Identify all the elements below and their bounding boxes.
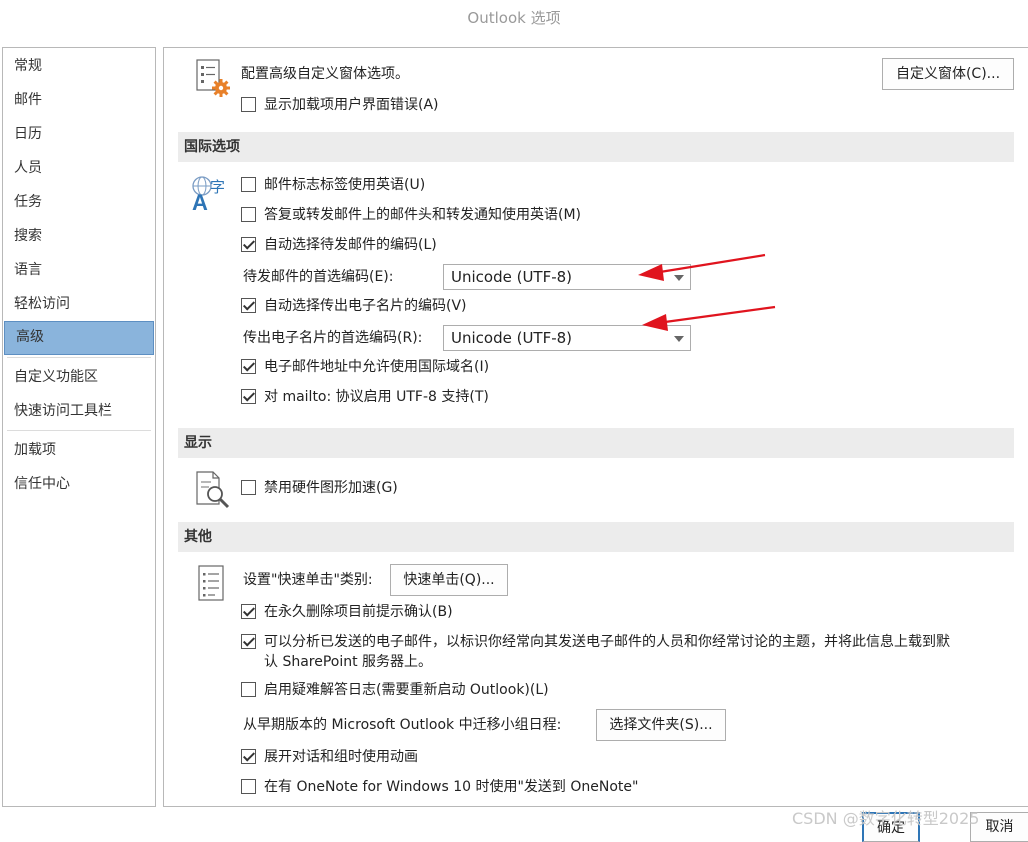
international-options-header: 国际选项 <box>178 132 1014 162</box>
animations-label: 展开对话和组时使用动画 <box>264 749 418 765</box>
sidebar-item-language[interactable]: 语言 <box>3 253 155 287</box>
analyze-sent-label: 可以分析已发送的电子邮件，以标识你经常向其发送电子邮件的人员和你经常讨论的主题，… <box>264 634 950 650</box>
show-addin-errors-checkbox[interactable] <box>241 97 256 112</box>
sidebar-item-accessibility[interactable]: 轻松访问 <box>3 287 155 321</box>
show-addin-errors-option[interactable]: 显示加载项用户界面错误(A) <box>241 94 439 116</box>
mailto-utf8-label: 对 mailto: 协议启用 UTF-8 支持(T) <box>264 389 489 405</box>
sidebar-item-calendar[interactable]: 日历 <box>3 117 155 151</box>
list-document-icon <box>198 565 224 601</box>
sidebar-item-advanced[interactable]: 高级 <box>4 321 154 355</box>
sidebar-item-trust-center[interactable]: 信任中心 <box>3 467 155 501</box>
troubleshoot-log-checkbox[interactable] <box>241 682 256 697</box>
international-domains-option[interactable]: 电子邮件地址中允许使用国际域名(I) <box>241 356 489 378</box>
onenote-label: 在有 OneNote for Windows 10 时使用"发送到 OneNot… <box>264 779 639 795</box>
prompt-before-delete-checkbox[interactable] <box>241 604 256 619</box>
vcard-encoding-label: 传出电子名片的首选编码(R): <box>243 330 423 346</box>
outgoing-encoding-select[interactable]: Unicode (UTF-8) <box>443 264 691 290</box>
onenote-checkbox[interactable] <box>241 779 256 794</box>
flag-labels-english-option[interactable]: 邮件标志标签使用英语(U) <box>241 174 425 196</box>
sidebar-nav: 常规 邮件 日历 人员 任务 搜索 语言 轻松访问 高级 自定义功能区 快速访问… <box>2 47 156 807</box>
quick-click-button[interactable]: 快速单击(Q)... <box>390 564 508 596</box>
disable-hw-accel-option[interactable]: 禁用硬件图形加速(G) <box>241 477 398 499</box>
animations-checkbox[interactable] <box>241 749 256 764</box>
options-panel: 配置高级自定义窗体选项。 自定义窗体(C)... 显示加载项用户界面错误(A) … <box>163 47 1028 807</box>
sidebar-divider <box>7 357 151 358</box>
prompt-before-delete-option[interactable]: 在永久删除项目前提示确认(B) <box>241 601 453 623</box>
auto-select-vcard-encoding-label: 自动选择传出电子名片的编码(V) <box>264 298 467 314</box>
analyze-sent-checkbox[interactable] <box>241 634 256 649</box>
sidebar-item-customize-ribbon[interactable]: 自定义功能区 <box>3 360 155 394</box>
other-header: 其他 <box>178 522 1014 552</box>
auto-select-outgoing-encoding-checkbox[interactable] <box>241 237 256 252</box>
sidebar-item-people[interactable]: 人员 <box>3 151 155 185</box>
reply-forward-english-label: 答复或转发邮件上的邮件头和转发通知使用英语(M) <box>264 207 582 223</box>
svg-text:A: A <box>192 190 208 212</box>
animations-option[interactable]: 展开对话和组时使用动画 <box>241 746 418 768</box>
disable-hw-accel-label: 禁用硬件图形加速(G) <box>264 480 398 496</box>
flag-labels-english-checkbox[interactable] <box>241 177 256 192</box>
sidebar-item-general[interactable]: 常规 <box>3 49 155 83</box>
document-magnifier-icon <box>196 471 230 509</box>
troubleshoot-log-label: 启用疑难解答日志(需要重新启动 Outlook)(L) <box>264 682 549 698</box>
prompt-before-delete-label: 在永久删除项目前提示确认(B) <box>264 604 453 620</box>
auto-select-outgoing-encoding-label: 自动选择待发邮件的编码(L) <box>264 237 437 253</box>
sidebar-item-addins[interactable]: 加载项 <box>3 433 155 467</box>
show-addin-errors-label: 显示加载项用户界面错误(A) <box>264 97 439 113</box>
window-title: Outlook 选项 <box>467 9 561 27</box>
sidebar-item-search[interactable]: 搜索 <box>3 219 155 253</box>
sidebar-item-quick-access-toolbar[interactable]: 快速访问工具栏 <box>3 394 155 428</box>
mailto-utf8-option[interactable]: 对 mailto: 协议启用 UTF-8 支持(T) <box>241 386 489 408</box>
analyze-sent-option[interactable]: 可以分析已发送的电子邮件，以标识你经常向其发送电子邮件的人员和你经常讨论的主题，… <box>241 631 950 653</box>
chevron-down-icon <box>674 336 684 342</box>
chevron-down-icon <box>674 275 684 281</box>
analyze-sent-label-continued: 认 SharePoint 服务器上。 <box>264 654 433 670</box>
disable-hw-accel-checkbox[interactable] <box>241 480 256 495</box>
reply-forward-english-checkbox[interactable] <box>241 207 256 222</box>
auto-select-vcard-encoding-option[interactable]: 自动选择传出电子名片的编码(V) <box>241 295 467 317</box>
auto-select-vcard-encoding-checkbox[interactable] <box>241 298 256 313</box>
display-header: 显示 <box>178 428 1014 458</box>
flag-labels-english-label: 邮件标志标签使用英语(U) <box>264 177 426 193</box>
custom-forms-button[interactable]: 自定义窗体(C)... <box>882 58 1014 90</box>
custom-form-settings-icon <box>196 59 230 97</box>
sidebar-divider <box>7 430 151 431</box>
mailto-utf8-checkbox[interactable] <box>241 389 256 404</box>
quick-click-label: 设置"快速单击"类别: <box>243 572 373 588</box>
auto-select-outgoing-encoding-option[interactable]: 自动选择待发邮件的编码(L) <box>241 234 437 256</box>
onenote-option[interactable]: 在有 OneNote for Windows 10 时使用"发送到 OneNot… <box>241 776 638 798</box>
svg-text:字: 字 <box>210 178 225 196</box>
custom-forms-description: 配置高级自定义窗体选项。 <box>241 66 409 82</box>
outgoing-encoding-value: Unicode (UTF-8) <box>451 268 573 286</box>
sidebar-item-tasks[interactable]: 任务 <box>3 185 155 219</box>
reply-forward-english-option[interactable]: 答复或转发邮件上的邮件头和转发通知使用英语(M) <box>241 204 581 226</box>
outgoing-encoding-label: 待发邮件的首选编码(E): <box>243 269 394 285</box>
choose-folder-button[interactable]: 选择文件夹(S)... <box>596 709 726 741</box>
vcard-encoding-value: Unicode (UTF-8) <box>451 329 573 347</box>
sidebar-item-mail[interactable]: 邮件 <box>3 83 155 117</box>
watermark-text: CSDN @数字化转型2025 <box>792 809 980 828</box>
language-translate-icon: A 字 <box>192 176 225 212</box>
international-domains-checkbox[interactable] <box>241 359 256 374</box>
migrate-label: 从早期版本的 Microsoft Outlook 中迁移小组日程: <box>243 717 562 733</box>
international-domains-label: 电子邮件地址中允许使用国际域名(I) <box>264 359 490 375</box>
troubleshoot-log-option[interactable]: 启用疑难解答日志(需要重新启动 Outlook)(L) <box>241 679 549 701</box>
vcard-encoding-select[interactable]: Unicode (UTF-8) <box>443 325 691 351</box>
